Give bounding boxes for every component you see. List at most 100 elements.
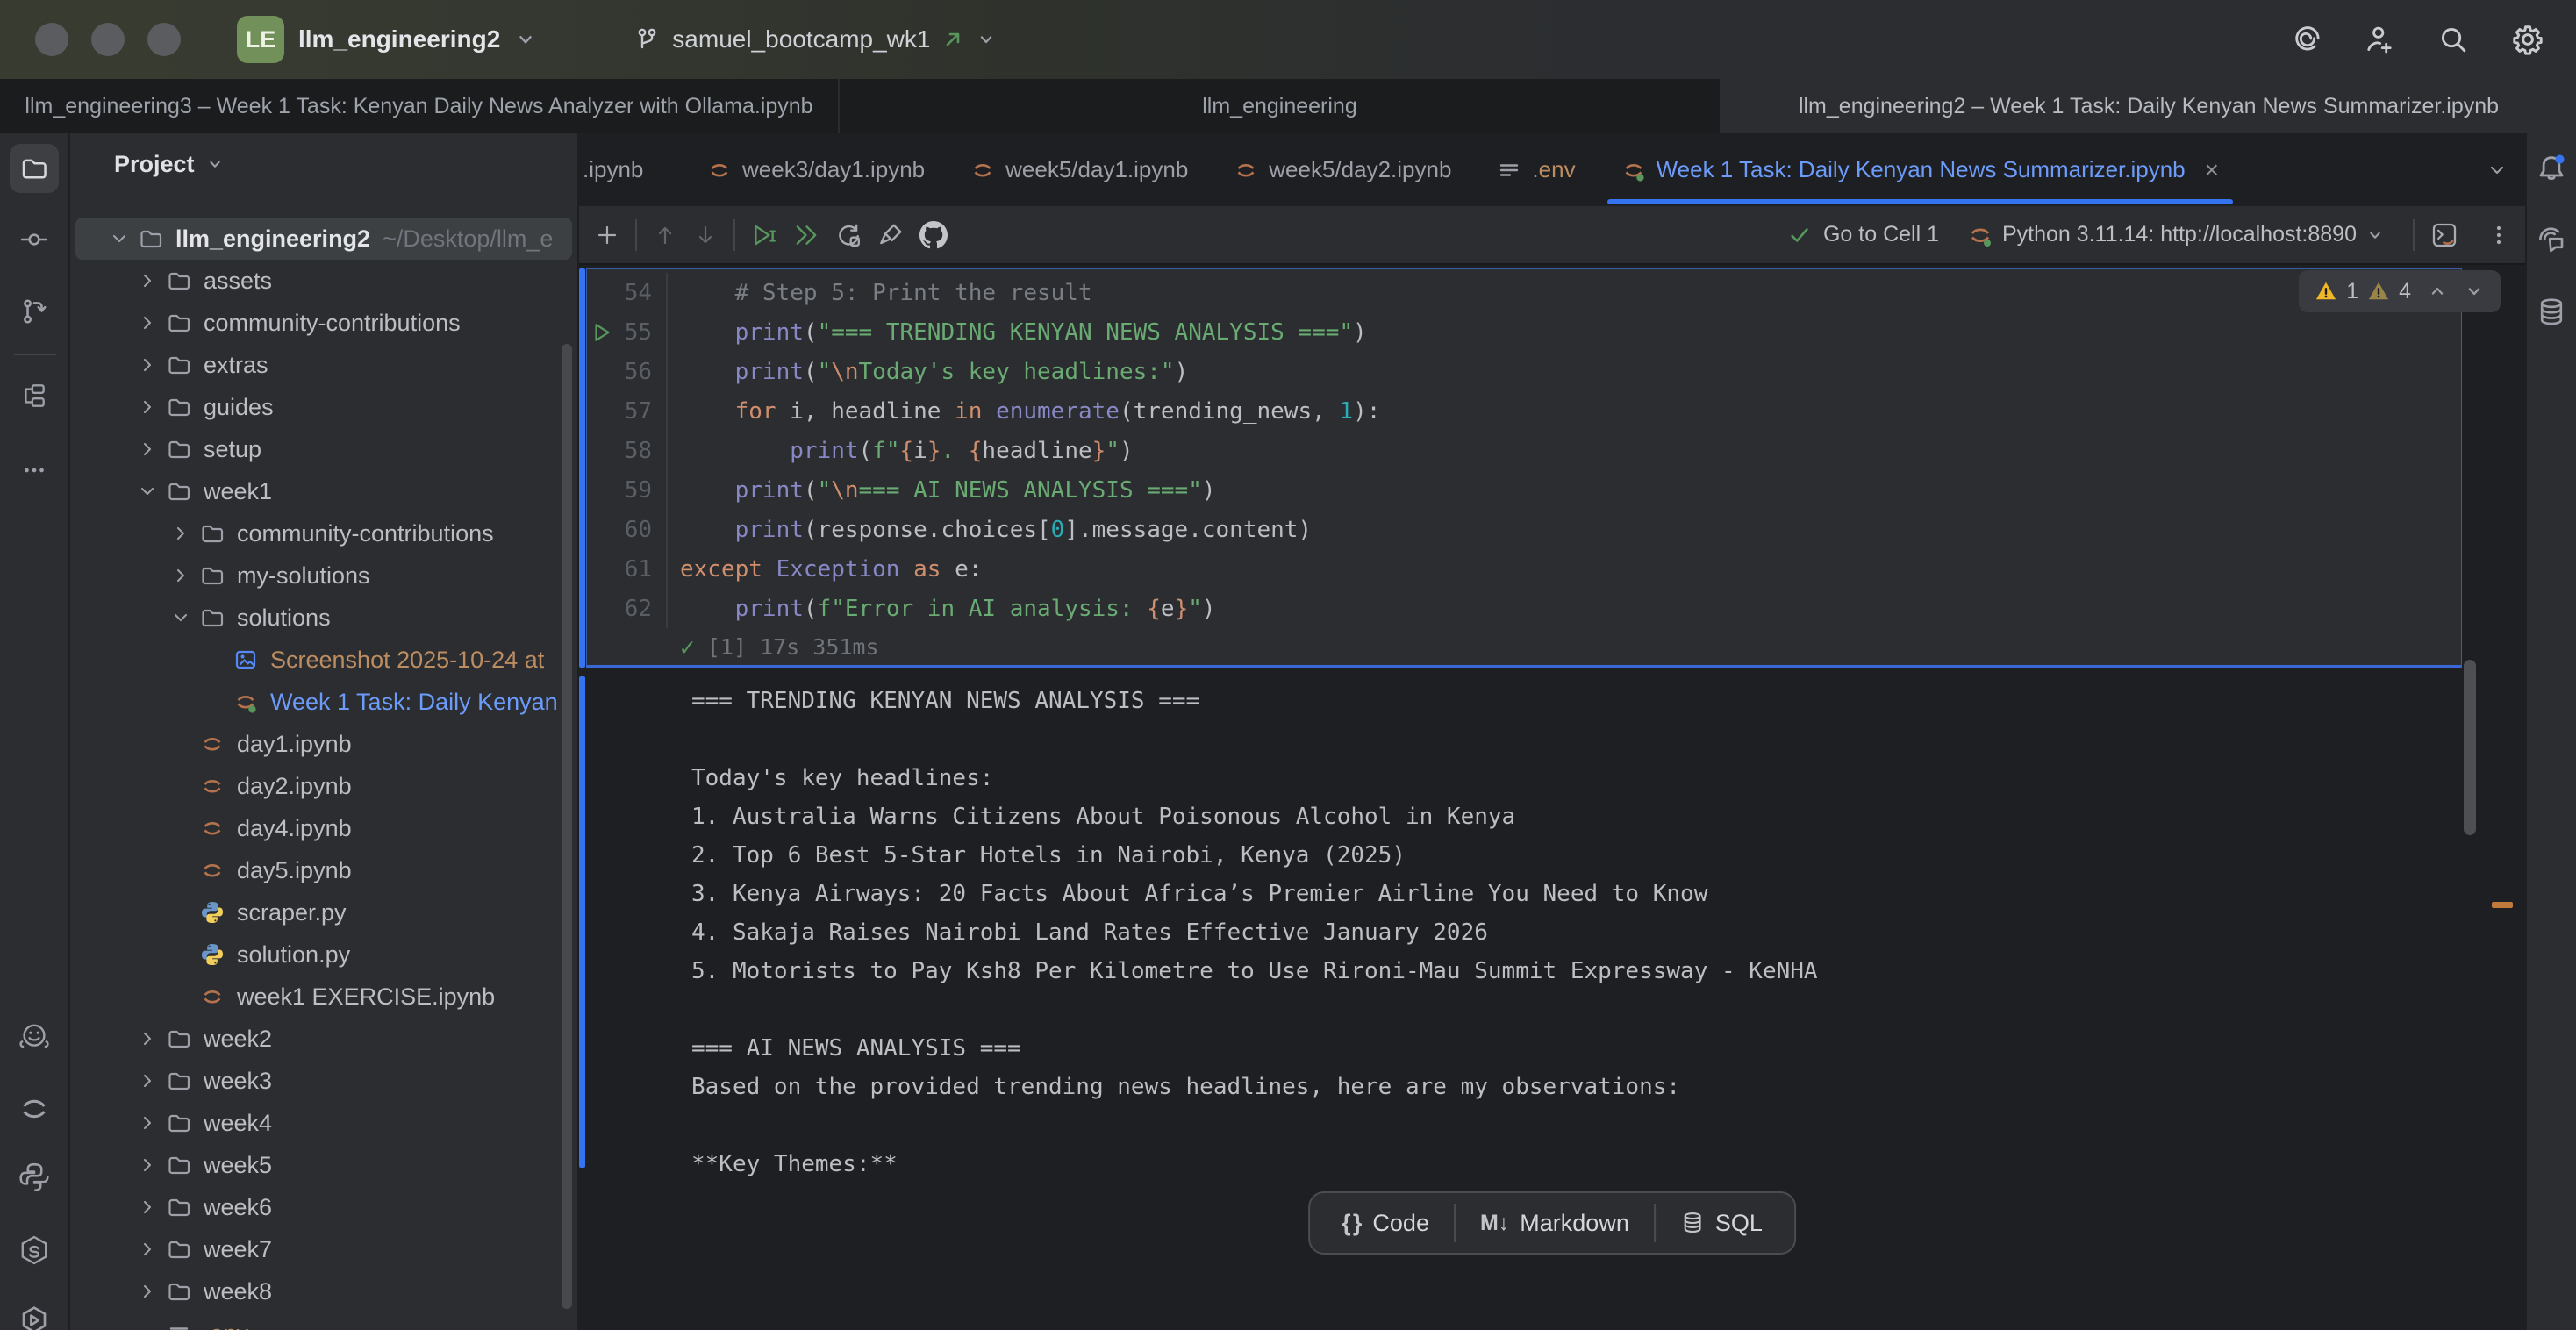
code-line[interactable]: 59 print("\n=== AI NEWS ANALYSIS ===") bbox=[587, 470, 2461, 510]
more-tools-button[interactable] bbox=[20, 456, 48, 484]
tree-row[interactable]: day5.ipynb bbox=[70, 849, 577, 891]
tree-row[interactable]: day4.ipynb bbox=[70, 807, 577, 849]
project-tool-button[interactable] bbox=[10, 144, 59, 193]
tree-row[interactable]: my-solutions bbox=[70, 554, 577, 597]
chevron-right-icon[interactable] bbox=[137, 353, 167, 377]
tree-row[interactable]: day2.ipynb bbox=[70, 765, 577, 807]
tree-row[interactable]: week5 bbox=[70, 1144, 577, 1186]
chevron-right-icon[interactable] bbox=[137, 1279, 167, 1304]
window-tab[interactable]: llm_engineering3 – Week 1 Task: Kenyan D… bbox=[0, 79, 840, 133]
tree-row[interactable]: guides bbox=[70, 386, 577, 428]
code-line[interactable]: 62 print(f"Error in AI analysis: {e}") bbox=[587, 589, 2461, 628]
code-cell-type-button[interactable]: { }Code bbox=[1317, 1210, 1454, 1237]
previous-problem-button[interactable] bbox=[2427, 281, 2448, 302]
close-icon[interactable]: × bbox=[2205, 156, 2219, 184]
version-control-tool-button[interactable] bbox=[20, 297, 48, 325]
project-widget[interactable]: LE llm_engineering2 bbox=[237, 16, 537, 63]
tree-row[interactable]: solutions bbox=[70, 597, 577, 639]
chevron-right-icon[interactable] bbox=[137, 395, 167, 419]
code-line[interactable]: 56 print("\nToday's key headlines:") bbox=[587, 352, 2461, 391]
run-line-icon[interactable] bbox=[590, 321, 613, 344]
chevron-right-icon[interactable] bbox=[137, 1111, 167, 1135]
tree-row[interactable]: .env bbox=[70, 1312, 577, 1330]
show-hidden-tabs-button[interactable] bbox=[2469, 133, 2525, 206]
jupyter-console-button[interactable] bbox=[2430, 221, 2458, 249]
tree-row[interactable]: scraper.py bbox=[70, 891, 577, 933]
code-line[interactable]: 54 # Step 5: Print the result bbox=[587, 273, 2461, 312]
code-line[interactable]: 60 print(response.choices[0].message.con… bbox=[587, 510, 2461, 549]
search-icon[interactable] bbox=[2437, 24, 2469, 55]
code-line[interactable]: 58 print(f"{i}. {headline}") bbox=[587, 431, 2461, 470]
code-line[interactable]: 61except Exception as e: bbox=[587, 549, 2461, 589]
tree-row[interactable]: week7 bbox=[70, 1228, 577, 1270]
tree-row[interactable]: day1.ipynb bbox=[70, 723, 577, 765]
huggingface-tool-button[interactable] bbox=[18, 1021, 50, 1053]
chevron-right-icon[interactable] bbox=[137, 1195, 167, 1219]
move-cell-up-button[interactable] bbox=[653, 223, 677, 247]
markdown-cell-type-button[interactable]: M↓Markdown bbox=[1456, 1210, 1654, 1237]
tree-row[interactable]: week3 bbox=[70, 1060, 577, 1102]
run-cell-button[interactable] bbox=[751, 222, 777, 248]
tree-row[interactable]: extras bbox=[70, 344, 577, 386]
editor-tab[interactable]: week5/day2.ipynb bbox=[1211, 133, 1474, 206]
go-to-cell-button[interactable]: Go to Cell 1 bbox=[1823, 222, 1939, 247]
tree-row[interactable]: week1 EXERCISE.ipynb bbox=[70, 976, 577, 1018]
minimize-window-button[interactable] bbox=[91, 23, 125, 56]
run-all-cells-button[interactable] bbox=[793, 222, 819, 248]
zoom-window-button[interactable] bbox=[147, 23, 181, 56]
tree-row[interactable]: assets bbox=[70, 260, 577, 302]
notifications-bell-icon[interactable] bbox=[2535, 153, 2568, 186]
ai-chat-icon[interactable] bbox=[2536, 225, 2567, 256]
tree-row[interactable]: week1 bbox=[70, 470, 577, 512]
restart-kernel-button[interactable] bbox=[835, 222, 862, 248]
python-packages-tool-button[interactable] bbox=[18, 1234, 50, 1266]
commit-tool-button[interactable] bbox=[20, 225, 48, 254]
editor-scrollbar[interactable] bbox=[2464, 660, 2476, 835]
chevron-right-icon[interactable] bbox=[137, 1237, 167, 1262]
jupyter-tool-button[interactable] bbox=[18, 1093, 50, 1125]
sql-cell-type-button[interactable]: SQL bbox=[1656, 1210, 1787, 1237]
project-tree-scrollbar[interactable] bbox=[562, 344, 572, 1309]
ai-assistant-icon[interactable] bbox=[2290, 24, 2322, 55]
error-stripe-mark[interactable] bbox=[2492, 902, 2513, 908]
chevron-right-icon[interactable] bbox=[137, 1069, 167, 1093]
github-icon[interactable] bbox=[919, 221, 948, 249]
window-tab[interactable]: llm_engineering bbox=[840, 79, 1721, 133]
next-problem-button[interactable] bbox=[2464, 281, 2485, 302]
tree-row[interactable]: week8 bbox=[70, 1270, 577, 1312]
python-console-tool-button[interactable] bbox=[18, 1162, 50, 1193]
editor-tab[interactable]: Week 1 Task: Daily Kenyan News Summarize… bbox=[1599, 133, 2242, 206]
code-cell[interactable]: 54 # Step 5: Print the result55 print("=… bbox=[586, 268, 2462, 668]
structure-tool-button[interactable] bbox=[20, 382, 48, 410]
settings-gear-icon[interactable] bbox=[2511, 23, 2544, 56]
chevron-right-icon[interactable] bbox=[137, 1026, 167, 1051]
code-line[interactable]: 57 for i, headline in enumerate(trending… bbox=[587, 391, 2461, 431]
tree-row[interactable]: week2 bbox=[70, 1018, 577, 1060]
chevron-right-icon[interactable] bbox=[170, 521, 200, 546]
tree-row[interactable]: setup bbox=[70, 428, 577, 470]
add-user-icon[interactable] bbox=[2364, 24, 2395, 55]
editor-tab[interactable]: .ipynb bbox=[579, 133, 684, 206]
editor-tab[interactable]: .env bbox=[1474, 133, 1598, 206]
chevron-down-icon[interactable] bbox=[137, 479, 167, 504]
window-tab[interactable]: llm_engineering2 – Week 1 Task: Daily Ke… bbox=[1721, 79, 2576, 133]
code-line[interactable]: 55 print("=== TRENDING KENYAN NEWS ANALY… bbox=[587, 312, 2461, 352]
tree-row[interactable]: Week 1 Task: Daily Kenyan bbox=[70, 681, 577, 723]
database-icon[interactable] bbox=[2536, 297, 2567, 328]
tree-row[interactable]: solution.py bbox=[70, 933, 577, 976]
tree-row[interactable]: Screenshot 2025-10-24 at bbox=[70, 639, 577, 681]
move-cell-down-button[interactable] bbox=[693, 223, 718, 247]
window-controls[interactable] bbox=[35, 23, 181, 56]
tree-row[interactable]: week6 bbox=[70, 1186, 577, 1228]
add-cell-button[interactable] bbox=[595, 223, 619, 247]
more-options-kebab-icon[interactable] bbox=[2487, 223, 2511, 247]
clear-outputs-button[interactable] bbox=[877, 222, 904, 248]
tree-row[interactable]: community-contributions bbox=[70, 302, 577, 344]
inspections-widget[interactable]: 1 4 bbox=[2299, 270, 2501, 312]
branch-widget[interactable]: samuel_bootcamp_wk1 bbox=[633, 25, 997, 54]
chevron-down-icon[interactable] bbox=[170, 605, 200, 630]
services-tool-button[interactable] bbox=[18, 1305, 50, 1330]
close-window-button[interactable] bbox=[35, 23, 68, 56]
chevron-right-icon[interactable] bbox=[137, 1153, 167, 1177]
tree-row[interactable]: llm_engineering2~/Desktop/llm_e bbox=[75, 218, 572, 260]
